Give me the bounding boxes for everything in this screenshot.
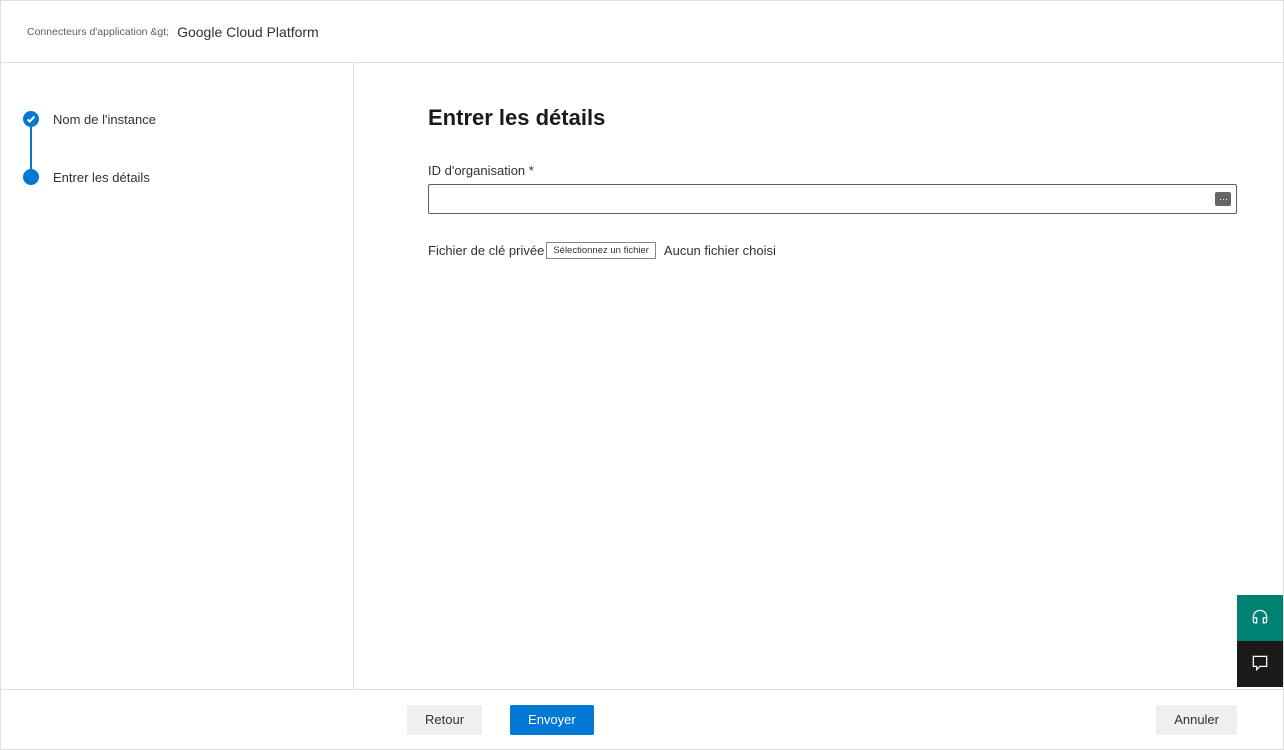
step-item-instance-name[interactable]: Nom de l'instance — [23, 111, 353, 169]
feedback-icon — [1250, 653, 1270, 676]
dot-icon — [23, 169, 39, 185]
page-title: Entrer les détails — [428, 105, 1237, 131]
sidebar: Nom de l'instance Entrer les détails — [1, 63, 354, 689]
step-label: Entrer les détails — [53, 170, 150, 185]
private-key-label: Fichier de clé privée — [428, 243, 544, 258]
org-id-input-wrapper: ⋯ — [428, 184, 1237, 214]
main-panel: Entrer les détails ID d'organisation * ⋯… — [354, 63, 1283, 689]
headset-icon — [1250, 607, 1270, 630]
select-file-button[interactable]: Sélectionnez un fichier — [546, 242, 656, 259]
footer-right: Annuler — [1156, 705, 1237, 735]
step-connector — [30, 127, 32, 169]
org-id-field-group: ID d'organisation * ⋯ — [428, 163, 1237, 214]
file-row: Fichier de clé privée Sélectionnez un fi… — [428, 242, 1237, 259]
float-buttons — [1237, 595, 1283, 687]
private-key-field-group: Fichier de clé privée Sélectionnez un fi… — [428, 242, 1237, 259]
ellipsis-icon[interactable]: ⋯ — [1215, 192, 1231, 206]
submit-button[interactable]: Envoyer — [510, 705, 594, 735]
file-status-text: Aucun fichier choisi — [664, 243, 776, 258]
footer-left: Retour Envoyer — [407, 705, 594, 735]
breadcrumb-parent[interactable]: Connecteurs d'application &gt; — [27, 26, 169, 38]
step-item-enter-details[interactable]: Entrer les détails — [23, 169, 353, 185]
back-button[interactable]: Retour — [407, 705, 482, 735]
org-id-input[interactable] — [428, 184, 1237, 214]
cancel-button[interactable]: Annuler — [1156, 705, 1237, 735]
feedback-button[interactable] — [1237, 641, 1283, 687]
step-label: Nom de l'instance — [53, 112, 156, 127]
step-list: Nom de l'instance Entrer les détails — [23, 111, 353, 185]
check-icon — [23, 111, 39, 127]
breadcrumb: Connecteurs d'application &gt; Google Cl… — [27, 24, 319, 40]
breadcrumb-current: Google Cloud Platform — [177, 24, 319, 40]
footer: Retour Envoyer Annuler — [1, 689, 1283, 749]
support-button[interactable] — [1237, 595, 1283, 641]
header: Connecteurs d'application &gt; Google Cl… — [1, 1, 1283, 63]
content-wrapper: Nom de l'instance Entrer les détails Ent… — [1, 63, 1283, 689]
org-id-label: ID d'organisation * — [428, 163, 1237, 178]
